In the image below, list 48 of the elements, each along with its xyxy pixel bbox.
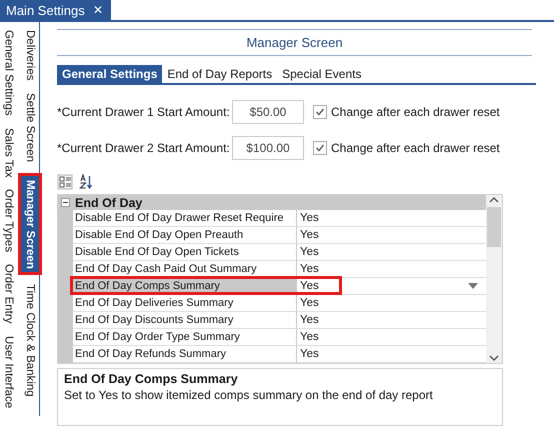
checkbox-label: Change after each drawer reset	[331, 105, 500, 119]
side-tab[interactable]: User Interface	[2, 334, 16, 410]
property-value[interactable]: Yes	[300, 244, 319, 260]
field-label: *Current Drawer 1 Start Amount:	[57, 105, 231, 119]
page-title: Manager Screen	[57, 29, 532, 56]
side-tab[interactable]: Deliveries	[23, 28, 37, 82]
amount-field[interactable]: $50.00	[232, 100, 304, 124]
description-text: Set to Yes to show itemized comps summary on the end of day report	[64, 388, 434, 402]
side-tab[interactable]: Settle Screen	[23, 90, 37, 164]
sort-icon[interactable]	[79, 174, 93, 190]
property-value[interactable]: Yes	[300, 295, 319, 311]
description-title: End Of Day Comps Summary	[64, 372, 239, 386]
side-tab[interactable]: Order Entry	[2, 262, 16, 326]
property-name[interactable]: End Of Day Cash Paid Out Summary	[73, 261, 297, 278]
window-tab[interactable]: Main Settings ✕	[0, 0, 111, 20]
check-icon	[315, 143, 325, 153]
collapse-icon[interactable]	[61, 198, 70, 207]
property-value[interactable]: Yes	[300, 278, 319, 294]
property-value[interactable]: Yes	[300, 346, 319, 362]
checkbox[interactable]	[313, 141, 327, 155]
side-tab[interactable]: Time Clock & Banking	[23, 282, 37, 400]
property-value[interactable]: Yes	[300, 312, 319, 328]
dropdown-icon[interactable]	[468, 283, 478, 289]
property-value[interactable]: Yes	[300, 261, 319, 277]
checkbox-label: Change after each drawer reset	[331, 141, 500, 155]
category-header: End Of Day	[75, 196, 142, 210]
side-tab[interactable]: Order Types	[2, 187, 16, 254]
scrollbar[interactable]	[486, 195, 502, 363]
tab[interactable]: End of Day Reports	[162, 65, 278, 83]
property-value[interactable]: Yes	[300, 227, 319, 243]
checkbox[interactable]	[313, 105, 327, 119]
tab[interactable]: Special Events	[277, 65, 366, 83]
scrollbar-thumb[interactable]	[487, 207, 501, 247]
scroll-down-icon[interactable]	[488, 353, 500, 363]
property-value[interactable]: Yes	[300, 210, 319, 226]
categorized-icon[interactable]	[57, 174, 73, 190]
tab-title: Main Settings	[6, 2, 85, 18]
side-tab[interactable]: Manager Screen	[21, 176, 39, 272]
scroll-up-icon[interactable]	[488, 195, 500, 205]
check-icon	[315, 107, 325, 117]
property-value[interactable]: Yes	[300, 329, 319, 345]
field-label: *Current Drawer 2 Start Amount:	[57, 141, 231, 155]
tab[interactable]: General Settings	[57, 65, 162, 83]
side-tab[interactable]: Sales Tax	[2, 126, 16, 180]
amount-field[interactable]: $100.00	[232, 136, 304, 160]
close-button[interactable]: ✕	[92, 3, 103, 17]
property-name[interactable]: End Of Day Refunds Summary	[73, 346, 297, 363]
side-tab[interactable]: General Settings	[2, 28, 16, 118]
